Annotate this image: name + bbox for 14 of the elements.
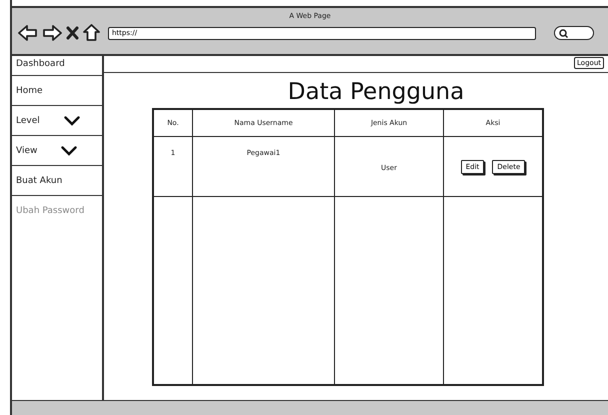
forward-icon[interactable]	[42, 24, 62, 42]
search-icon	[559, 28, 568, 38]
sidebar-item[interactable]: View	[12, 136, 102, 166]
page-heading: Data Pengguna	[286, 79, 466, 105]
sidebar-item[interactable]: Home	[12, 76, 102, 106]
home-icon[interactable]	[83, 24, 100, 42]
chevron-down-icon	[64, 116, 80, 126]
back-icon[interactable]	[18, 24, 38, 42]
close-icon[interactable]	[66, 26, 79, 40]
chevron-down-icon	[61, 146, 78, 156]
sidebar-item[interactable]: Buat Akun	[12, 166, 102, 196]
search-field[interactable]	[554, 26, 594, 40]
sidebar-item[interactable]: Dashboard	[12, 56, 102, 76]
sidebar-item[interactable]: Level	[12, 106, 102, 136]
